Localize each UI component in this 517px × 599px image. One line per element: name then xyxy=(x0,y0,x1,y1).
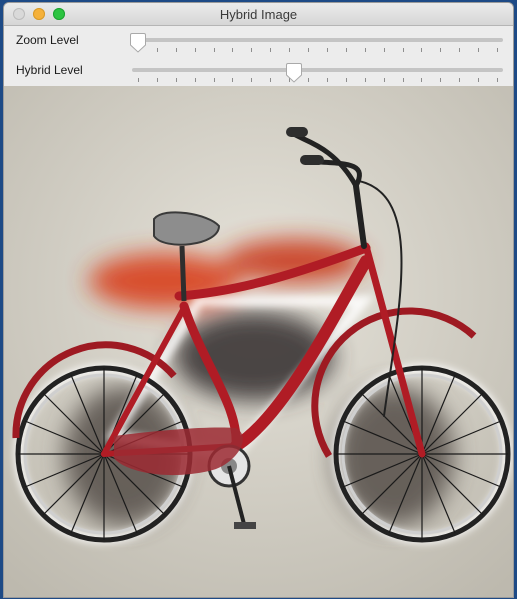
slider-tick xyxy=(383,48,385,52)
controls-panel: Zoom Level Hybrid Level xyxy=(4,26,513,86)
slider-tick xyxy=(364,78,366,82)
slider-tick xyxy=(478,78,480,82)
slider-tick xyxy=(459,48,461,52)
slider-tick xyxy=(138,78,139,82)
slider-tick xyxy=(402,48,404,52)
slider-tick xyxy=(175,48,177,52)
slider-knob[interactable] xyxy=(285,62,303,84)
slider-tick xyxy=(175,78,177,82)
slider-tick xyxy=(421,48,423,52)
slider-track[interactable] xyxy=(132,68,503,72)
slider-tick xyxy=(251,48,253,52)
slider-tick xyxy=(213,48,215,52)
slider-tick xyxy=(194,78,196,82)
slider-tick xyxy=(440,78,442,82)
slider-tick xyxy=(326,48,328,52)
hybrid-image xyxy=(4,86,513,597)
slider-tick xyxy=(194,48,196,52)
slider-ticks xyxy=(132,48,503,52)
slider-tick xyxy=(497,78,498,82)
zoom-level-label: Zoom Level xyxy=(16,33,79,47)
hybrid-level-label: Hybrid Level xyxy=(16,63,83,77)
slider-track[interactable] xyxy=(132,38,503,42)
slider-tick xyxy=(270,78,272,82)
slider-tick xyxy=(213,78,215,82)
slider-knob[interactable] xyxy=(129,32,147,54)
slider-tick xyxy=(156,48,158,52)
hybrid-level-slider[interactable] xyxy=(132,62,503,84)
slider-ticks xyxy=(132,78,503,82)
hybrid-bicycle-image xyxy=(4,86,513,597)
slider-tick xyxy=(383,78,385,82)
slider-tick xyxy=(421,78,423,82)
title-bar[interactable]: Hybrid Image xyxy=(4,3,513,26)
slider-tick xyxy=(308,48,310,52)
slider-tick xyxy=(156,78,158,82)
slider-tick xyxy=(345,78,347,82)
app-window: Hybrid Image Zoom Level Hybrid Level xyxy=(4,3,513,597)
slider-tick xyxy=(478,48,480,52)
slider-tick xyxy=(308,78,310,82)
slider-tick xyxy=(289,48,291,52)
zoom-level-slider[interactable] xyxy=(129,32,503,54)
slider-tick xyxy=(232,48,234,52)
slider-tick xyxy=(232,78,234,82)
slider-tick xyxy=(364,48,366,52)
slider-tick xyxy=(459,78,461,82)
slider-tick xyxy=(326,78,328,82)
slider-tick xyxy=(345,48,347,52)
slider-tick xyxy=(497,48,498,52)
window-title: Hybrid Image xyxy=(219,7,298,22)
slider-tick xyxy=(440,48,442,52)
slider-tick xyxy=(270,48,272,52)
slider-tick xyxy=(251,78,253,82)
slider-tick xyxy=(402,78,404,82)
